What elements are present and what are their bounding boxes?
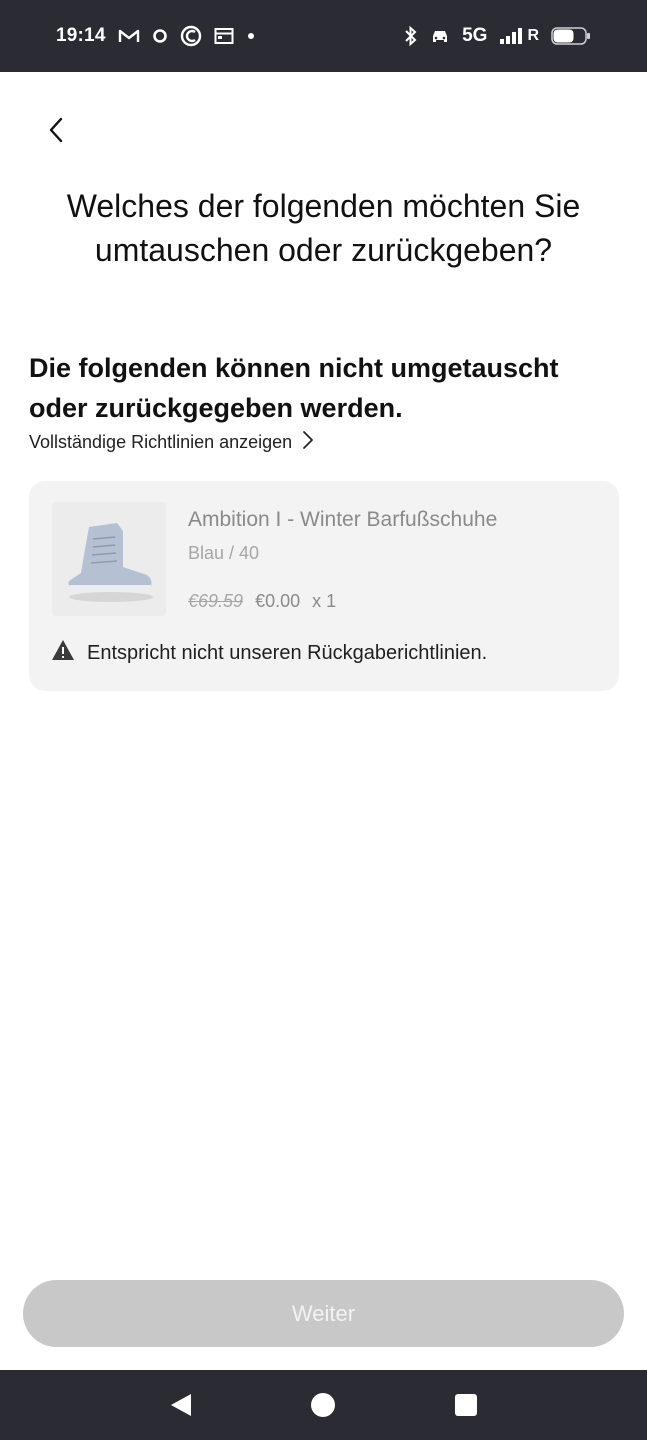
status-left: 19:14 <box>56 25 256 47</box>
product-image <box>52 502 166 616</box>
section-heading: Die folgenden können nicht umgetauscht o… <box>29 353 559 423</box>
policy-link[interactable]: Vollständige Richtlinien anzeigen <box>29 430 314 455</box>
status-right: 5G R <box>404 25 591 47</box>
circle-icon <box>152 28 168 44</box>
chevron-right-icon <box>302 430 314 455</box>
nav-bar <box>0 1370 647 1440</box>
battery-icon <box>551 26 591 46</box>
dot-icon <box>246 31 256 41</box>
home-circle-icon <box>311 1393 336 1417</box>
app-icon <box>180 25 202 47</box>
gmail-icon <box>118 28 140 44</box>
back-button[interactable] <box>36 110 76 154</box>
recents-square-icon <box>454 1394 477 1416</box>
price-original: €69.59 <box>188 591 244 611</box>
calendar-icon <box>214 27 234 45</box>
nav-recents-button[interactable] <box>442 1381 490 1429</box>
quantity: x 1 <box>312 591 337 611</box>
warning-icon <box>51 639 75 667</box>
item-card: Ambition I - Winter Barfußschuhe Blau / … <box>29 481 619 691</box>
product-variant: Blau / 40 <box>188 543 260 563</box>
status-time: 19:14 <box>56 25 106 46</box>
nav-home-button[interactable] <box>299 1381 347 1429</box>
nav-back-button[interactable] <box>157 1381 205 1429</box>
back-triangle-icon <box>171 1394 192 1416</box>
roaming-indicator: R <box>527 27 539 44</box>
signal-icon <box>499 28 525 44</box>
price-current: €0.00 <box>255 591 301 611</box>
network-type: 5G <box>462 25 488 46</box>
status-bar: 19:14 5G R <box>0 0 647 72</box>
continue-button[interactable]: Weiter <box>23 1280 624 1347</box>
product-name: Ambition I - Winter Barfußschuhe <box>188 508 498 531</box>
boot-icon <box>68 523 153 602</box>
car-icon <box>430 27 450 45</box>
policy-link-label: Vollständige Richtlinien anzeigen <box>29 432 293 452</box>
page-title: Welches der folgenden möchten Sie umtaus… <box>66 188 581 268</box>
price-row: €69.59 €0.00 x 1 <box>188 591 336 612</box>
notice-text: Entspricht nicht unseren Rückgaberichtli… <box>87 641 488 664</box>
chevron-left-icon <box>47 116 65 149</box>
bluetooth-icon <box>404 26 418 46</box>
return-notice: Entspricht nicht unseren Rückgaberichtli… <box>51 639 487 667</box>
